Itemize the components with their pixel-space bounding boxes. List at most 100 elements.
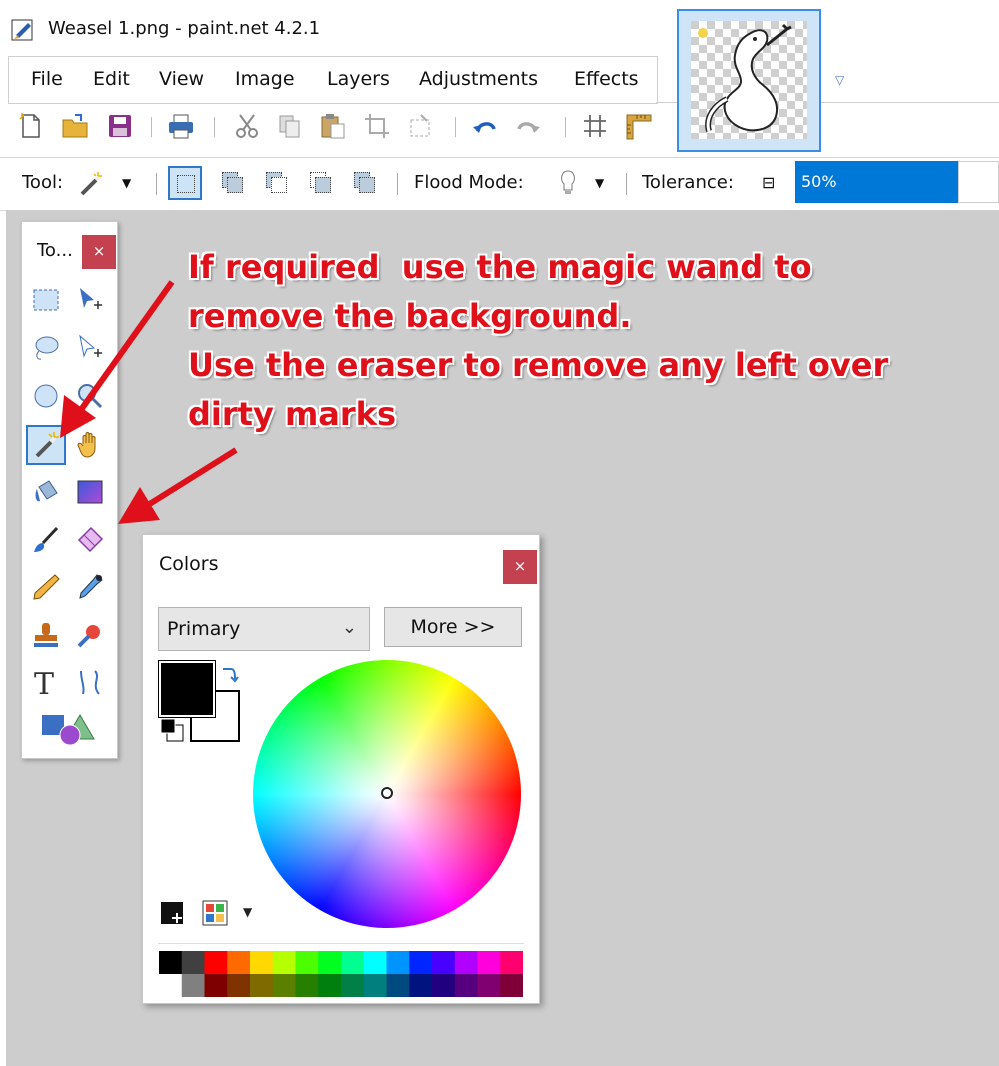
palette-swatch[interactable] <box>454 974 478 997</box>
rectangle-select-icon <box>33 289 59 311</box>
palette-swatch[interactable] <box>386 951 410 974</box>
tool-clone-stamp[interactable] <box>26 615 66 655</box>
palette-swatch[interactable] <box>500 974 523 997</box>
copy-icon[interactable] <box>275 111 305 141</box>
palette-swatch[interactable] <box>227 974 251 997</box>
chevron-down-icon[interactable]: ▼ <box>122 176 131 190</box>
tool-pencil[interactable] <box>26 567 66 607</box>
tool-shapes[interactable] <box>36 709 106 749</box>
palette-swatch[interactable] <box>181 951 205 974</box>
grid-icon[interactable] <box>580 111 610 141</box>
add-to-palette-icon[interactable] <box>159 899 189 927</box>
palette-swatch[interactable] <box>477 974 501 997</box>
paste-icon[interactable] <box>318 111 348 141</box>
rulers-icon[interactable] <box>623 111 653 141</box>
collapse-square-icon[interactable]: ⊟ <box>762 173 775 192</box>
tool-pan[interactable] <box>70 425 110 465</box>
palette-swatch[interactable] <box>318 974 342 997</box>
tool-move-selected[interactable] <box>70 280 110 320</box>
tool-paint-bucket[interactable] <box>26 472 66 512</box>
selection-mode-exclude[interactable] <box>260 166 294 200</box>
crop-to-selection-icon[interactable] <box>362 111 392 141</box>
selection-mode-replace[interactable] <box>168 166 202 200</box>
palette-swatch[interactable] <box>477 951 501 974</box>
chevron-down-icon[interactable]: ▼ <box>595 176 604 190</box>
tolerance-slider-track[interactable] <box>958 161 999 203</box>
print-icon[interactable] <box>166 111 196 141</box>
magic-wand-icon[interactable] <box>76 170 106 198</box>
primary-color-swatch[interactable] <box>158 660 216 718</box>
tool-line-curve[interactable] <box>70 662 110 702</box>
chevron-down-icon[interactable]: ▽ <box>835 73 844 87</box>
tool-zoom[interactable] <box>70 376 110 416</box>
menu-edit[interactable]: Edit <box>93 68 130 90</box>
reset-colors-icon[interactable] <box>159 717 185 743</box>
tool-eraser[interactable] <box>70 520 110 560</box>
palette-swatch[interactable] <box>386 974 410 997</box>
tools-close-button[interactable]: × <box>82 235 116 269</box>
palette-swatch[interactable] <box>363 974 387 997</box>
chevron-down-icon[interactable]: ▼ <box>243 905 252 919</box>
cut-icon[interactable] <box>232 111 262 141</box>
menu-effects[interactable]: Effects <box>574 68 639 90</box>
tool-move-selection[interactable] <box>70 328 110 368</box>
palette-swatch[interactable] <box>409 974 433 997</box>
palette-swatch[interactable] <box>227 951 251 974</box>
options-separator <box>397 173 398 195</box>
tolerance-slider[interactable]: 50% <box>795 161 958 203</box>
menu-view[interactable]: View <box>159 68 204 90</box>
undo-icon[interactable] <box>470 111 500 141</box>
palette-swatch[interactable] <box>272 974 296 997</box>
palette-swatch[interactable] <box>454 951 478 974</box>
menu-file[interactable]: File <box>31 68 63 90</box>
palette-swatch[interactable] <box>318 951 342 974</box>
save-icon[interactable] <box>105 111 135 141</box>
swap-colors-icon[interactable] <box>219 665 239 685</box>
palette-swatch[interactable] <box>500 951 523 974</box>
new-file-icon[interactable] <box>16 111 46 141</box>
palette-swatch[interactable] <box>341 974 365 997</box>
palette-swatch[interactable] <box>159 951 183 974</box>
tool-text[interactable]: T <box>26 662 66 702</box>
open-folder-icon[interactable] <box>60 111 90 141</box>
tool-paintbrush[interactable] <box>26 520 66 560</box>
color-mode-dropdown[interactable]: Primary ⌄ <box>158 607 370 651</box>
tool-magic-wand[interactable] <box>26 425 66 465</box>
selection-mode-union[interactable] <box>216 166 250 200</box>
menu-layers[interactable]: Layers <box>327 68 390 90</box>
palette-icon[interactable] <box>201 899 231 927</box>
selection-mode-xor[interactable] <box>348 166 382 200</box>
tool-gradient[interactable] <box>70 472 110 512</box>
menu-adjustments[interactable]: Adjustments <box>419 68 538 90</box>
tool-lasso-select[interactable] <box>26 328 66 368</box>
palette-swatch[interactable] <box>204 974 228 997</box>
color-palette[interactable] <box>159 951 523 997</box>
palette-swatch[interactable] <box>432 974 456 997</box>
palette-swatch[interactable] <box>250 951 274 974</box>
more-button[interactable]: More >> <box>384 607 522 647</box>
flood-mode-global-icon[interactable] <box>556 168 580 198</box>
palette-swatch[interactable] <box>363 951 387 974</box>
colors-close-button[interactable]: × <box>503 550 537 584</box>
palette-swatch[interactable] <box>341 951 365 974</box>
tool-recolor[interactable] <box>70 615 110 655</box>
palette-swatch[interactable] <box>409 951 433 974</box>
palette-swatch[interactable] <box>181 974 205 997</box>
palette-swatch[interactable] <box>295 974 319 997</box>
palette-swatch[interactable] <box>272 951 296 974</box>
tool-color-picker[interactable] <box>70 567 110 607</box>
palette-swatch[interactable] <box>159 974 183 997</box>
tool-ellipse-select[interactable] <box>26 376 66 416</box>
palette-swatch[interactable] <box>432 951 456 974</box>
color-wheel-cursor[interactable] <box>381 787 393 799</box>
image-thumbnail-tab[interactable] <box>677 9 821 152</box>
tools-window-title: To... <box>37 240 73 261</box>
tool-rectangle-select[interactable] <box>26 280 66 320</box>
redo-icon[interactable] <box>513 111 543 141</box>
palette-swatch[interactable] <box>204 951 228 974</box>
palette-swatch[interactable] <box>250 974 274 997</box>
selection-mode-intersect[interactable] <box>304 166 338 200</box>
deselect-icon[interactable] <box>405 111 435 141</box>
menu-image[interactable]: Image <box>235 68 295 90</box>
palette-swatch[interactable] <box>295 951 319 974</box>
